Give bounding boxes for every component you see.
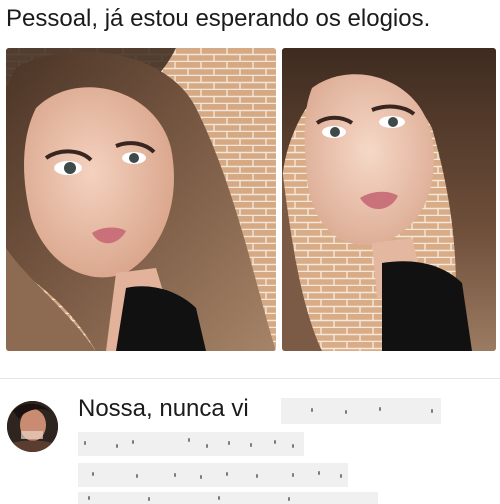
photo-right[interactable] bbox=[282, 48, 496, 351]
redacted-text bbox=[281, 398, 441, 424]
photo-right-image bbox=[282, 48, 496, 351]
redacted-text bbox=[78, 463, 348, 487]
comment-text: Nossa, nunca vi bbox=[78, 395, 249, 422]
post-text: Pessoal, já estou esperando os elogios. bbox=[6, 5, 431, 32]
avatar-image bbox=[7, 401, 58, 452]
commenter-avatar[interactable] bbox=[7, 401, 58, 452]
redacted-text bbox=[78, 432, 304, 456]
divider bbox=[0, 378, 500, 379]
redacted-text bbox=[78, 492, 378, 504]
photo-left[interactable] bbox=[6, 48, 276, 351]
photo-left-image bbox=[6, 48, 276, 351]
